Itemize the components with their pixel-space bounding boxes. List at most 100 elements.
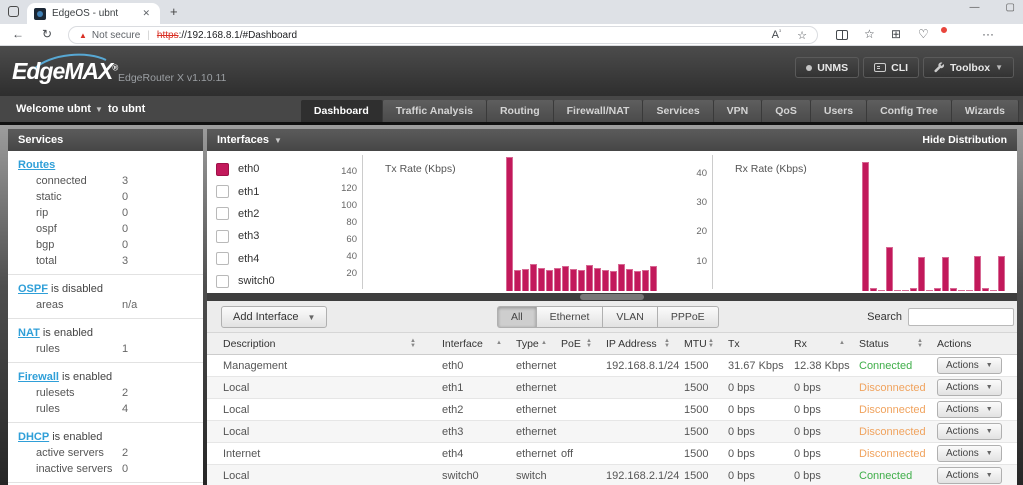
bar [934, 288, 941, 291]
checkbox-switch0[interactable] [216, 274, 229, 288]
unms-button[interactable]: UNMS [795, 57, 860, 78]
service-link-routes[interactable]: Routes [18, 159, 55, 171]
filter-pppoe[interactable]: PPPoE [656, 306, 719, 328]
service-stat-row: rules 1 [36, 343, 203, 355]
cli-button[interactable]: CLI [863, 57, 920, 78]
actions-button-eth4[interactable]: Actions ▼ [937, 445, 1002, 462]
legend-item-switch0[interactable]: switch0 [216, 270, 275, 292]
nav-tab-dashboard[interactable]: Dashboard [300, 100, 383, 122]
toolbox-button[interactable]: Toolbox ▼ [923, 57, 1014, 78]
nav-tab-routing[interactable]: Routing [486, 100, 554, 122]
interfaces-panel-header[interactable]: Interfaces ▼ Hide Distribution [207, 129, 1017, 151]
status-cell: Connected [859, 469, 913, 482]
column-header-ip-address[interactable]: IP Address ▲ ▼ [606, 338, 684, 350]
y-tick-label: 10 [696, 255, 707, 267]
chevron-down-icon: ▼ [985, 384, 993, 391]
search-input[interactable] [908, 308, 1014, 326]
more-menu-icon[interactable]: ··· [982, 27, 994, 41]
refresh-button[interactable]: ↻ [42, 27, 52, 41]
y-tick-label: 80 [346, 217, 357, 229]
stat-name: static [36, 191, 62, 203]
column-header-type[interactable]: Type ▲ [516, 338, 561, 350]
legend-item-eth1[interactable]: eth1 [216, 180, 275, 202]
actions-button-eth2[interactable]: Actions ▼ [937, 401, 1002, 418]
bar [862, 161, 869, 291]
nav-tab-services[interactable]: Services [643, 100, 714, 122]
favorite-star-icon[interactable]: ☆ [797, 29, 807, 42]
service-link-firewall[interactable]: Firewall [18, 371, 59, 383]
column-header-description[interactable]: Description ▲ ▼ [207, 338, 442, 350]
bar [910, 288, 917, 291]
address-bar[interactable]: ▲ Not secure | https ://192.168.8.1/#Das… [68, 26, 818, 44]
new-tab-button[interactable]: + [170, 4, 178, 19]
actions-button-eth3[interactable]: Actions ▼ [937, 423, 1002, 440]
chart-y-axis [362, 155, 363, 289]
window-minimize-button[interactable]: — [970, 2, 980, 13]
nav-tab-vpn[interactable]: VPN [713, 100, 763, 122]
legend-item-eth2[interactable]: eth2 [216, 203, 275, 225]
nav-tab-wizards[interactable]: Wizards [951, 100, 1019, 122]
checkbox-eth0[interactable] [216, 162, 229, 176]
stat-name: total [36, 255, 57, 267]
y-tick-label: 100 [341, 200, 357, 212]
stat-value: 0 [122, 463, 129, 475]
legend-item-eth0[interactable]: eth0 [216, 158, 275, 180]
column-header-status[interactable]: Status ▲ ▼ [859, 338, 937, 350]
nav-tab-traffic-analysis[interactable]: Traffic Analysis [382, 100, 487, 122]
actions-button-eth0[interactable]: Actions ▼ [937, 357, 1002, 374]
status-cell: Disconnected [859, 447, 926, 460]
not-secure-label[interactable]: Not secure [92, 30, 140, 41]
legend-item-eth3[interactable]: eth3 [216, 225, 275, 247]
filter-ethernet[interactable]: Ethernet [535, 306, 604, 328]
status-cell: Disconnected [859, 425, 926, 438]
checkbox-eth4[interactable] [216, 252, 229, 266]
window-maximize-button[interactable]: ▢ [1006, 2, 1015, 13]
service-section-ospf: OSPF is disabled areas n/a [8, 275, 203, 319]
back-button[interactable]: ← [12, 27, 24, 41]
table-row-eth4: Internet eth4 ethernet off 1500 0 bps 0 bps Dis… [207, 443, 1017, 465]
bar [514, 269, 521, 291]
legend-item-eth4[interactable]: eth4 [216, 248, 275, 270]
actions-button-switch0[interactable]: Actions ▼ [937, 467, 1002, 484]
legend-label: eth1 [238, 185, 260, 198]
column-label: Interface [442, 337, 483, 350]
checkbox-eth3[interactable] [216, 229, 229, 243]
actions-button-eth1[interactable]: Actions ▼ [937, 379, 1002, 396]
tab-layout-icon[interactable] [8, 6, 19, 17]
service-link-ospf[interactable]: OSPF [18, 283, 48, 295]
service-link-nat[interactable]: NAT [18, 327, 40, 339]
interfaces-toolbar: Add Interface ▼ All Ethernet VLAN PPPoE Sear… [207, 301, 1017, 333]
nav-tab-config-tree[interactable]: Config Tree [867, 100, 952, 122]
add-interface-button[interactable]: Add Interface ▼ [221, 306, 328, 328]
hide-distribution-link[interactable]: Hide Distribution [922, 129, 1007, 151]
collections-icon[interactable]: ⊞ [891, 27, 901, 41]
column-header-interface[interactable]: Interface ▲ [442, 338, 516, 350]
description-cell: Management [223, 359, 288, 372]
sort-both-icon: ▲ ▼ [917, 338, 923, 349]
stat-name: active servers [36, 447, 104, 459]
welcome-user-dropdown[interactable]: Welcome ubnt ▼ [16, 103, 103, 115]
bar [926, 289, 933, 291]
stat-value: 4 [122, 403, 129, 415]
filter-all[interactable]: All [497, 306, 537, 328]
service-section-title: Routes [18, 159, 203, 171]
checkbox-eth1[interactable] [216, 185, 229, 199]
checkbox-eth2[interactable] [216, 207, 229, 221]
favorites-bar-icon[interactable]: ☆ [864, 27, 875, 41]
browser-essentials-icon[interactable]: ♡ [918, 27, 929, 41]
column-header-mtu[interactable]: MTU ▲ ▼ [684, 338, 728, 350]
tab-close-icon[interactable]: ✕ [139, 6, 153, 21]
service-link-dhcp[interactable]: DHCP [18, 431, 49, 443]
panel-resize-divider[interactable] [207, 293, 1017, 301]
split-screen-icon[interactable] [836, 27, 848, 41]
column-header-rx[interactable]: Rx ▲ [794, 338, 859, 350]
nav-tab-users[interactable]: Users [810, 100, 868, 122]
nav-tab-qos[interactable]: QoS [762, 100, 811, 122]
filter-vlan[interactable]: VLAN [602, 306, 658, 328]
resize-handle[interactable] [580, 294, 644, 300]
column-header-poe[interactable]: PoE ▲ ▼ [561, 338, 606, 350]
nav-tab-firewall-nat[interactable]: Firewall/NAT [553, 100, 644, 122]
browser-tab[interactable]: EdgeOS - ubnt ✕ [27, 3, 160, 24]
read-aloud-icon[interactable]: Aᵓ [772, 29, 781, 42]
bar [586, 264, 593, 291]
